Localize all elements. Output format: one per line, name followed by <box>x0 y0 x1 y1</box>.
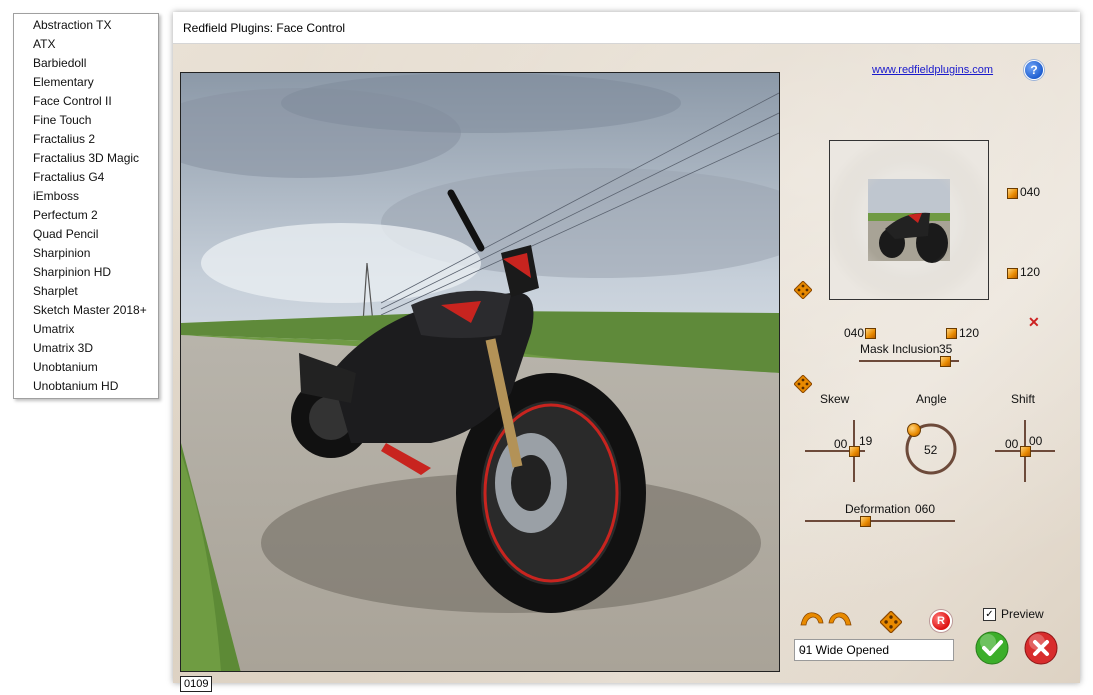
menu-item-elementary[interactable]: Elementary <box>33 73 94 92</box>
menu-item-umatrix-3d[interactable]: Umatrix 3D <box>33 339 93 358</box>
skew-y-value: 19 <box>859 434 873 448</box>
chevron-down-icon: ⌄ <box>799 644 808 655</box>
menu-item-fractalius-2[interactable]: Fractalius 2 <box>33 130 95 149</box>
website-link[interactable]: www.redfieldplugins.com <box>872 64 993 76</box>
shift-label: Shift <box>1011 392 1036 406</box>
menu-item-face-control-ii[interactable]: Face Control II <box>33 92 112 111</box>
thumb-bottom-handle[interactable] <box>1007 268 1018 279</box>
face-control-dialog: Redfield Plugins: Face Control 0109 www.… <box>173 12 1080 692</box>
mask-thumbnail-image <box>830 141 988 299</box>
menu-item-atx[interactable]: ATX <box>33 35 55 54</box>
dialog-title: Redfield Plugins: Face Control <box>183 21 346 35</box>
menu-item-sharplet[interactable]: Sharplet <box>33 282 78 301</box>
menu-item-quad-pencil[interactable]: Quad Pencil <box>33 225 98 244</box>
question-icon[interactable]: ? <box>1025 61 1043 79</box>
close-mask-icon[interactable]: ✕ <box>1028 314 1040 331</box>
cancel-button[interactable] <box>1024 631 1058 665</box>
menu-item-fractalius-3d-magic[interactable]: Fractalius 3D Magic <box>33 149 139 168</box>
deformation-label: Deformation <box>845 502 911 516</box>
dialog-body: 0109 www.redfieldplugins.com ? 040 120 0… <box>173 44 1080 692</box>
angle-label: Angle <box>916 392 947 406</box>
menu-item-unobtanium-hd[interactable]: Unobtanium HD <box>33 377 118 396</box>
angle-value: 52 <box>924 443 938 457</box>
skew-x-value: 00 <box>834 437 848 451</box>
ok-button[interactable] <box>975 631 1009 665</box>
shift-x-value: 00 <box>1005 437 1019 451</box>
preview-label: Preview <box>1001 607 1044 621</box>
deformation-handle[interactable] <box>860 516 871 527</box>
menu-item-barbiedoll[interactable]: Barbiedoll <box>33 54 86 73</box>
preset-dropdown[interactable]: 01 Wide Opened ⌄ <box>794 639 954 661</box>
mask-thumbnail[interactable] <box>829 140 989 300</box>
angle-handle[interactable] <box>907 423 921 437</box>
menu-item-sharpinion[interactable]: Sharpinion <box>33 244 90 263</box>
mask-inclusion-value: 35 <box>939 342 953 356</box>
thumb-left-handle[interactable] <box>865 328 876 339</box>
mask-inclusion-handle[interactable] <box>940 356 951 367</box>
preview-checkbox[interactable]: ✓ <box>983 608 996 621</box>
diamond-icon-2[interactable] <box>794 375 812 393</box>
motorcycle-photo <box>181 73 779 671</box>
deformation-track[interactable] <box>805 520 955 522</box>
frame-counter: 0109 <box>180 676 213 692</box>
reset-icon[interactable]: R <box>930 610 952 632</box>
diamond-icon[interactable] <box>794 281 812 299</box>
menu-item-sketch-master-2018[interactable]: Sketch Master 2018+ <box>33 301 147 320</box>
menu-item-umatrix[interactable]: Umatrix <box>33 320 74 339</box>
undo-redo-arrows-icon[interactable] <box>798 607 854 629</box>
menu-item-iemboss[interactable]: iEmboss <box>33 187 79 206</box>
thumb-right-handle[interactable] <box>946 328 957 339</box>
thumb-top-handle[interactable] <box>1007 188 1018 199</box>
plugin-menu: Abstraction TX ATX Barbiedoll Elementary… <box>13 13 159 399</box>
menu-item-abstraction-tx[interactable]: Abstraction TX <box>33 16 111 35</box>
thumb-top-value: 040 <box>1020 185 1041 199</box>
thumb-bottom-value: 120 <box>1020 265 1041 279</box>
photo-preview[interactable] <box>180 72 780 672</box>
title-bar: Redfield Plugins: Face Control <box>173 12 1080 44</box>
thumb-left-value: 040 <box>844 326 865 340</box>
skew-label: Skew <box>820 392 850 406</box>
deformation-value: 060 <box>915 502 936 516</box>
menu-item-fractalius-g4[interactable]: Fractalius G4 <box>33 168 104 187</box>
random-diamond-icon[interactable] <box>880 611 902 633</box>
menu-item-perfectum-2[interactable]: Perfectum 2 <box>33 206 98 225</box>
menu-item-unobtanium[interactable]: Unobtanium <box>33 358 98 377</box>
menu-item-fine-touch[interactable]: Fine Touch <box>33 111 91 130</box>
thumb-right-value: 120 <box>959 326 980 340</box>
mask-inclusion-label: Mask Inclusion <box>860 342 940 356</box>
menu-item-sharpinion-hd[interactable]: Sharpinion HD <box>33 263 111 282</box>
shift-y-value: 00 <box>1029 434 1043 448</box>
